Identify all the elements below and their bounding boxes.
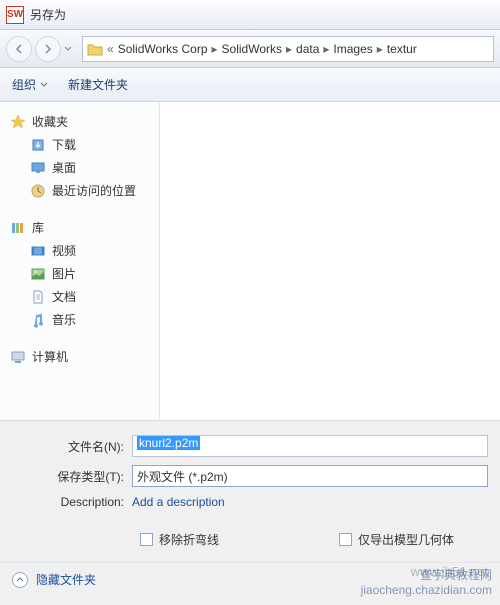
sidebar-item-videos[interactable]: 视频 (4, 239, 155, 262)
checkbox-row: 移除折弯线 仅导出模型几何体 (0, 517, 500, 562)
sidebar-item-desktop[interactable]: 桌面 (4, 156, 155, 179)
star-icon (10, 114, 26, 130)
computer-icon (10, 349, 26, 365)
check-label: 仅导出模型几何体 (358, 531, 454, 548)
description-row: Description: Add a description (0, 495, 500, 509)
sidebar-item-recent[interactable]: 最近访问的位置 (4, 179, 155, 202)
item-label: 视频 (52, 242, 76, 259)
download-icon (30, 137, 46, 153)
breadcrumb-prefix: « (107, 42, 114, 56)
description-link[interactable]: Add a description (132, 495, 225, 509)
breadcrumb-item[interactable]: textur (387, 42, 417, 56)
filename-label: 文件名(N): (12, 438, 132, 455)
filetype-row: 保存类型(T): 外观文件 (*.p2m) (0, 465, 500, 487)
filename-input[interactable]: knurl2.p2m (132, 435, 488, 457)
favorites-label: 收藏夹 (32, 113, 68, 130)
item-label: 图片 (52, 265, 76, 282)
sidebar-item-downloads[interactable]: 下载 (4, 133, 155, 156)
description-label: Description: (12, 495, 132, 509)
favorites-header[interactable]: 收藏夹 (4, 110, 155, 133)
computer-label: 计算机 (32, 348, 68, 365)
folder-icon (87, 42, 103, 56)
computer-section: 计算机 (4, 345, 155, 368)
filename-row: 文件名(N): knurl2.p2m (0, 435, 500, 457)
breadcrumb-item[interactable]: SolidWorks (222, 42, 282, 56)
sidebar-item-pictures[interactable]: 图片 (4, 262, 155, 285)
hide-folders-button[interactable]: 隐藏文件夹 (12, 571, 96, 588)
breadcrumb-item[interactable]: data (296, 42, 319, 56)
breadcrumb-item[interactable]: SolidWorks Corp (118, 42, 208, 56)
library-icon (10, 220, 26, 236)
video-icon (30, 243, 46, 259)
new-folder-button[interactable]: 新建文件夹 (68, 76, 128, 93)
computer-header[interactable]: 计算机 (4, 345, 155, 368)
hide-folders-label: 隐藏文件夹 (36, 571, 96, 588)
new-folder-label: 新建文件夹 (68, 76, 128, 93)
breadcrumb-item[interactable]: Images (333, 42, 372, 56)
chevron-down-icon (40, 81, 48, 89)
arrow-right-icon (42, 43, 54, 55)
nav-history-dropdown[interactable] (64, 40, 76, 58)
libraries-label: 库 (32, 219, 44, 236)
favorites-section: 收藏夹 下载 桌面 最近访问的位置 (4, 110, 155, 202)
libraries-header[interactable]: 库 (4, 216, 155, 239)
organize-menu[interactable]: 组织 (12, 76, 48, 93)
item-label: 文档 (52, 288, 76, 305)
checkbox-icon (140, 533, 153, 546)
breadcrumb-sep: ▸ (286, 42, 292, 56)
music-icon (30, 312, 46, 328)
breadcrumb-sep: ▸ (323, 42, 329, 56)
checkbox-icon (339, 533, 352, 546)
title-bar: SW 另存为 (0, 0, 500, 30)
filename-value: knurl2.p2m (137, 436, 200, 450)
bottom-bar: 隐藏文件夹 (0, 562, 500, 588)
sidebar-item-documents[interactable]: 文档 (4, 285, 155, 308)
export-geom-checkbox[interactable]: 仅导出模型几何体 (339, 531, 454, 548)
file-list-pane[interactable] (160, 102, 500, 420)
breadcrumb-sep: ▸ (212, 42, 218, 56)
breadcrumb-sep: ▸ (377, 42, 383, 56)
back-button[interactable] (6, 36, 32, 62)
breadcrumb-bar[interactable]: « SolidWorks Corp ▸ SolidWorks ▸ data ▸ … (82, 36, 494, 62)
sidebar-item-music[interactable]: 音乐 (4, 308, 155, 331)
item-label: 下载 (52, 136, 76, 153)
arrow-left-icon (13, 43, 25, 55)
chevron-down-icon (64, 45, 72, 53)
organize-label: 组织 (12, 76, 36, 93)
toolbar: 组织 新建文件夹 (0, 68, 500, 102)
document-icon (30, 289, 46, 305)
sidebar: 收藏夹 下载 桌面 最近访问的位置 库 视频 (0, 102, 160, 420)
item-label: 最近访问的位置 (52, 182, 136, 199)
remove-bend-checkbox[interactable]: 移除折弯线 (140, 531, 219, 548)
main-area: 收藏夹 下载 桌面 最近访问的位置 库 视频 (0, 102, 500, 420)
picture-icon (30, 266, 46, 282)
filetype-select[interactable]: 外观文件 (*.p2m) (132, 465, 488, 487)
check-label: 移除折弯线 (159, 531, 219, 548)
filetype-label: 保存类型(T): (12, 468, 132, 485)
window-title: 另存为 (30, 6, 66, 23)
forward-button[interactable] (35, 36, 61, 62)
filetype-value: 外观文件 (*.p2m) (137, 468, 228, 485)
recent-icon (30, 183, 46, 199)
save-form: 文件名(N): knurl2.p2m 保存类型(T): 外观文件 (*.p2m)… (0, 420, 500, 605)
item-label: 音乐 (52, 311, 76, 328)
collapse-icon (12, 572, 28, 588)
libraries-section: 库 视频 图片 文档 音乐 (4, 216, 155, 331)
nav-bar: « SolidWorks Corp ▸ SolidWorks ▸ data ▸ … (0, 30, 500, 68)
app-icon: SW (6, 6, 24, 24)
desktop-icon (30, 160, 46, 176)
item-label: 桌面 (52, 159, 76, 176)
